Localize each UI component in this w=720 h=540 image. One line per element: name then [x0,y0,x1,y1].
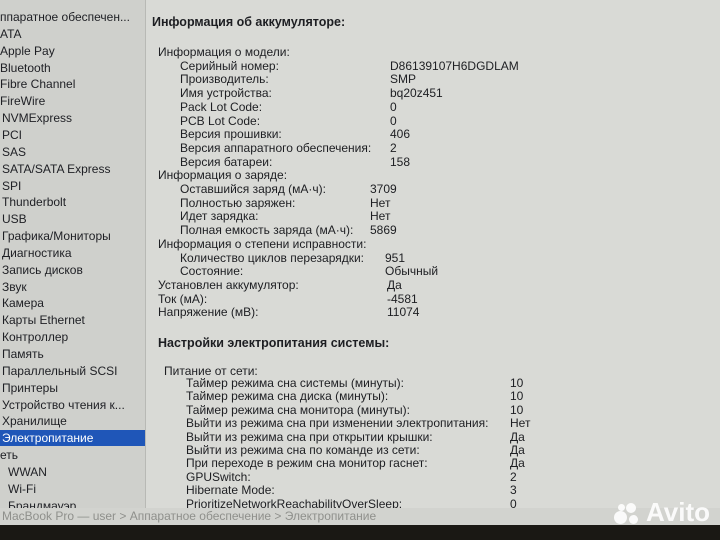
sidebar-item[interactable]: Карты Ethernet [0,312,145,328]
path-bar: MacBook Pro — user > Аппаратное обеспече… [0,508,720,525]
sidebar-item[interactable]: Камера [0,295,145,311]
detail-pane: Информация об аккумуляторе: Информация о… [146,0,720,511]
sidebar-item[interactable]: Диагностика [0,245,145,261]
power-setting-label: Таймер режима сна диска (минуты): [186,389,389,404]
sidebar-item[interactable]: Запись дисков [0,262,145,278]
battery-field-value: 158 [390,154,411,169]
battery-field-label: PCB Lot Code: [180,113,261,128]
battery-field-value: 5869 [370,223,397,238]
power-setting-label: Hibernate Mode: [186,483,275,498]
power-setting-value: Нет [510,416,531,431]
battery-field-label: Версия батареи: [180,154,273,169]
system-information-window: ппаратное обеспечен... ATA Apple Pay Blueto… [0,0,720,525]
battery-field-label: Оставшийся заряд (мА·ч): [180,182,326,196]
battery-field-label: Версия прошивки: [180,127,282,142]
sidebar-item[interactable]: Хранилище [0,413,145,429]
battery-field-value: 2 [390,140,397,155]
battery-field-value: 3709 [370,182,397,196]
battery-field-value: 11074 [387,305,420,320]
battery-field-label: Информация о заряде: [158,168,288,183]
battery-field-label: Состояние: [180,264,244,279]
battery-field-label: Напряжение (мВ): [158,305,259,320]
battery-field-value: SMP [390,72,417,87]
battery-field-label: Серийный номер: [180,58,279,73]
power-setting-label: Выйти из режима сна при открытии крышки: [186,429,433,444]
sidebar-item[interactable]: SATA/SATA Express [0,161,145,177]
battery-field-label: Pack Lot Code: [180,99,263,114]
sidebar-item[interactable]: Параллельный SCSI [0,363,145,379]
sidebar-item[interactable]: ATA [0,26,143,42]
battery-field-value: D86139107H6DGDLAM [390,58,519,73]
sidebar-item[interactable]: Wi-Fi [0,481,151,497]
battery-field-value: Обычный [385,264,439,279]
power-setting-value: 10 [510,376,524,390]
power-setting-value: 2 [510,469,517,484]
power-setting-label: GPUSwitch: [186,469,251,484]
avito-watermark: Avito [613,497,710,528]
battery-field-label: Идет зарядка: [180,209,259,224]
power-setting-label: Выйти из режима сна при изменении электр… [186,416,489,431]
sidebar-item[interactable]: Fibre Channel [0,76,143,92]
sidebar-item[interactable]: Электропитание [0,430,145,447]
sidebar[interactable]: ппаратное обеспечен... ATA Apple Pay Blueto… [0,0,146,513]
battery-field-label: Установлен аккумулятор: [158,277,299,292]
power-setting-label: Таймер режима сна системы (минуты): [186,376,404,390]
battery-field-value: 0 [390,99,397,114]
battery-field-label: Информация о степени исправности: [158,236,367,251]
sidebar-item[interactable]: Thunderbolt [0,194,145,210]
sidebar-item[interactable]: SPI [0,178,145,194]
battery-field-label: Версия аппаратного обеспечения: [180,140,372,155]
sidebar-item[interactable]: Apple Pay [0,43,143,59]
sidebar-item[interactable]: NVMExpress [0,110,145,126]
avito-logo-icon [613,501,642,525]
sidebar-item[interactable]: Принтеры [0,380,145,396]
sidebar-item[interactable]: Устройство чтения к... [0,397,145,413]
battery-field-value: 951 [385,250,406,265]
sidebar-item[interactable]: Контроллер [0,329,145,345]
sidebar-item[interactable]: WWAN [0,464,151,480]
battery-field-value: Нет [370,195,391,210]
battery-field-value: bq20z451 [390,86,443,101]
battery-field-label: Производитель: [180,72,269,87]
power-setting-value: Да [510,443,525,457]
battery-field-value: 406 [390,127,411,142]
battery-section-title: Информация об аккумуляторе: [152,15,346,29]
battery-field-label: Имя устройства: [180,86,272,101]
power-setting-value: Да [510,456,525,471]
battery-field-label: Полная емкость заряда (мА·ч): [180,223,354,238]
battery-field-value: -4581 [387,291,418,306]
power-setting-value: 10 [510,389,524,404]
sidebar-item[interactable]: еть [0,447,143,463]
battery-field-label: Информация о модели: [158,45,290,59]
battery-field-label: Ток (мА): [158,291,208,306]
battery-field-label: Полностью заряжен: [180,195,296,210]
sidebar-item[interactable]: FireWire [0,93,143,109]
avito-text: Avito [645,497,710,527]
power-section-title: Настройки электропитания системы: [158,336,390,350]
power-setting-value: Да [510,429,525,444]
sidebar-item[interactable]: Звук [0,279,145,295]
power-setting-label: Таймер режима сна монитора (минуты): [186,402,410,417]
sidebar-item[interactable]: ппаратное обеспечен... [0,9,143,25]
power-setting-label: При переходе в режим сна монитор гаснет: [186,456,428,471]
sidebar-item[interactable]: Bluetooth [0,60,143,76]
power-setting-label: Выйти из режима сна по команде из сети: [186,443,420,457]
battery-field-value: 0 [390,113,397,128]
power-setting-value: 10 [510,402,524,417]
sidebar-item[interactable]: PCI [0,127,145,143]
battery-field-value: Нет [370,209,391,224]
sidebar-item[interactable]: Память [0,346,145,362]
sidebar-item[interactable]: USB [0,211,145,227]
sidebar-item[interactable]: SAS [0,144,145,160]
battery-field-label: Количество циклов перезарядки: [180,250,365,265]
battery-field-value: Да [387,277,402,292]
power-setting-value: 3 [510,483,517,498]
sidebar-item[interactable]: Графика/Мониторы [0,228,145,244]
